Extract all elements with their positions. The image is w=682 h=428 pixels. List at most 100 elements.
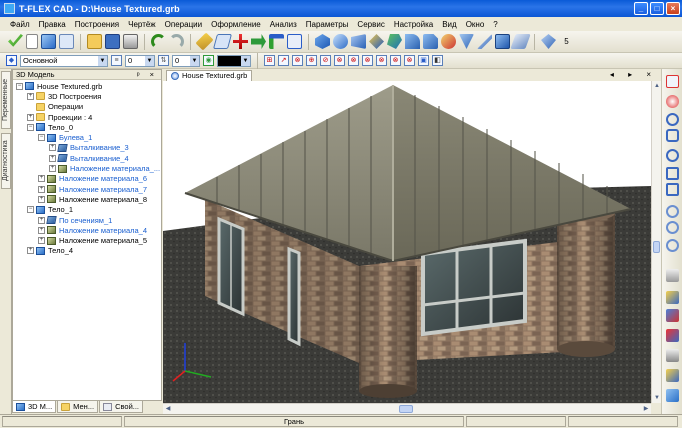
filter-icon-4[interactable]: ⊕ — [306, 55, 317, 66]
expand-icon[interactable]: + — [38, 226, 45, 234]
vertical-scrollbar[interactable]: ▲ ▼ — [651, 81, 661, 403]
zoom-window-icon[interactable] — [666, 167, 679, 180]
menu-item-12[interactable]: ? — [493, 20, 497, 29]
menu-item-11[interactable]: Окно — [466, 20, 485, 29]
filter-icon-6[interactable]: ⊗ — [334, 55, 345, 66]
tree-item[interactable]: + Выталкивание_3 — [16, 143, 161, 153]
menu-item-7[interactable]: Параметры — [306, 20, 349, 29]
scroll-left-icon[interactable]: ◀ — [163, 404, 173, 414]
menu-item-6[interactable]: Анализ — [270, 20, 297, 29]
menu-item-8[interactable]: Сервис — [357, 20, 384, 29]
pick-icon[interactable] — [666, 95, 679, 108]
workplane-icon[interactable] — [212, 34, 233, 49]
new-document-icon[interactable] — [26, 34, 38, 49]
chamfer-icon[interactable] — [423, 34, 438, 49]
pencil-icon[interactable] — [195, 32, 214, 51]
expand-icon[interactable]: + — [49, 154, 56, 162]
collapse-icon[interactable]: − — [27, 123, 34, 131]
menu-item-3[interactable]: Чертёж — [128, 20, 156, 29]
tree-item[interactable]: + Проекции : 4 — [16, 112, 161, 122]
copy-view-icon[interactable] — [666, 269, 679, 282]
coordinate-system-icon[interactable] — [287, 34, 302, 49]
parameters-icon[interactable] — [541, 34, 556, 49]
extrude-icon[interactable] — [315, 34, 330, 49]
rotate-view-icon[interactable] — [666, 113, 679, 126]
zoom-out-icon[interactable] — [666, 221, 679, 234]
tab-properties[interactable]: Свой... — [99, 401, 144, 413]
menu-item-0[interactable]: Файл — [10, 20, 30, 29]
tree-item[interactable]: Операции — [16, 102, 161, 112]
priority-field[interactable]: 0 ▼ — [172, 54, 200, 67]
level-field[interactable]: 0 ▼ — [125, 54, 155, 67]
open-folder-icon[interactable] — [87, 34, 102, 49]
expand-icon[interactable]: + — [38, 175, 45, 183]
close-button[interactable]: × — [666, 2, 680, 15]
zoom-fit-icon[interactable] — [666, 183, 679, 196]
filter-icon-5[interactable]: ⊘ — [320, 55, 331, 66]
zoom-extents-icon[interactable] — [666, 239, 679, 252]
loft-icon[interactable] — [351, 34, 366, 49]
document-tab[interactable]: House Textured.grb — [166, 69, 253, 81]
body-icon[interactable] — [495, 34, 510, 49]
view-cube-icon[interactable] — [666, 369, 679, 382]
array-icon[interactable] — [459, 34, 474, 49]
tree-item[interactable]: + Наложение материала_8 — [16, 194, 161, 204]
sweep-icon[interactable] — [369, 34, 384, 49]
layer-select[interactable]: Основной ▼ — [20, 54, 108, 67]
zoom-icon[interactable] — [666, 149, 679, 162]
expand-icon[interactable]: + — [38, 185, 45, 193]
scroll-thumb-horizontal[interactable] — [399, 405, 413, 413]
collapse-icon[interactable]: − — [27, 206, 34, 214]
new-3d-model-icon[interactable] — [41, 34, 56, 49]
tree-item[interactable]: + Наложение материала_4 — [16, 225, 161, 235]
filter-icon-9[interactable]: ⊗ — [376, 55, 387, 66]
zoom-level-control[interactable]: 5 — [559, 34, 574, 49]
tab-menu[interactable]: Мен... — [57, 401, 99, 413]
shading-icon[interactable] — [666, 309, 679, 322]
filter-icon-13[interactable]: ◧ — [432, 55, 443, 66]
chevron-down-icon[interactable]: ▼ — [145, 55, 154, 66]
new-drawing-icon[interactable] — [59, 34, 74, 49]
rotate-icon[interactable] — [333, 34, 348, 49]
menu-item-1[interactable]: Правка — [39, 20, 66, 29]
menu-item-2[interactable]: Построения — [75, 20, 119, 29]
document-tab-controls[interactable]: ◂ ▸ × — [610, 70, 657, 79]
expand-icon[interactable]: + — [38, 237, 45, 245]
render-icon[interactable] — [666, 291, 679, 304]
node-icon[interactable] — [233, 34, 248, 49]
tree-item[interactable]: + Наложение материала_5 — [16, 235, 161, 245]
tab-3d-model[interactable]: 3D М... — [12, 401, 57, 413]
undo-icon[interactable] — [151, 34, 166, 49]
expand-icon[interactable]: + — [38, 195, 45, 203]
menu-item-9[interactable]: Настройка — [394, 20, 433, 29]
filter-icon-7[interactable]: ⊗ — [348, 55, 359, 66]
filter-icon-11[interactable]: ⊗ — [404, 55, 415, 66]
tab-variables[interactable]: Переменные — [1, 71, 11, 129]
boolean-icon[interactable] — [387, 34, 402, 49]
tree-item[interactable]: − Булева_1 — [16, 132, 161, 142]
collapse-icon[interactable]: − — [16, 82, 23, 90]
zoom-in-icon[interactable] — [666, 205, 679, 218]
mirror-icon[interactable] — [477, 34, 492, 49]
tree-item[interactable]: + Тело_4 — [16, 246, 161, 256]
filter-icon-8[interactable]: ⊗ — [362, 55, 373, 66]
menu-item-5[interactable]: Оформление — [211, 20, 261, 29]
fillet-icon[interactable] — [405, 34, 420, 49]
tree-item[interactable]: − Тело_1 — [16, 205, 161, 215]
tab-diagnostics[interactable]: Диагностика — [1, 133, 11, 189]
material-icon[interactable] — [510, 34, 531, 49]
expand-icon[interactable]: + — [27, 92, 34, 100]
section-icon[interactable] — [666, 349, 679, 362]
menu-item-4[interactable]: Операции — [165, 20, 202, 29]
sketch-icon[interactable] — [251, 34, 266, 49]
filter-icon-3[interactable]: ⊗ — [292, 55, 303, 66]
filter-icon-1[interactable]: ⊞ — [264, 55, 275, 66]
save-icon[interactable] — [105, 34, 120, 49]
minimize-button[interactable]: _ — [634, 2, 648, 15]
lcs-icon[interactable] — [269, 34, 284, 49]
scroll-thumb-vertical[interactable] — [653, 241, 660, 253]
expand-icon[interactable]: + — [27, 247, 34, 255]
print-icon[interactable] — [123, 34, 138, 49]
redo-icon[interactable] — [169, 34, 184, 49]
tree-item[interactable]: +3D Построения — [16, 91, 161, 101]
